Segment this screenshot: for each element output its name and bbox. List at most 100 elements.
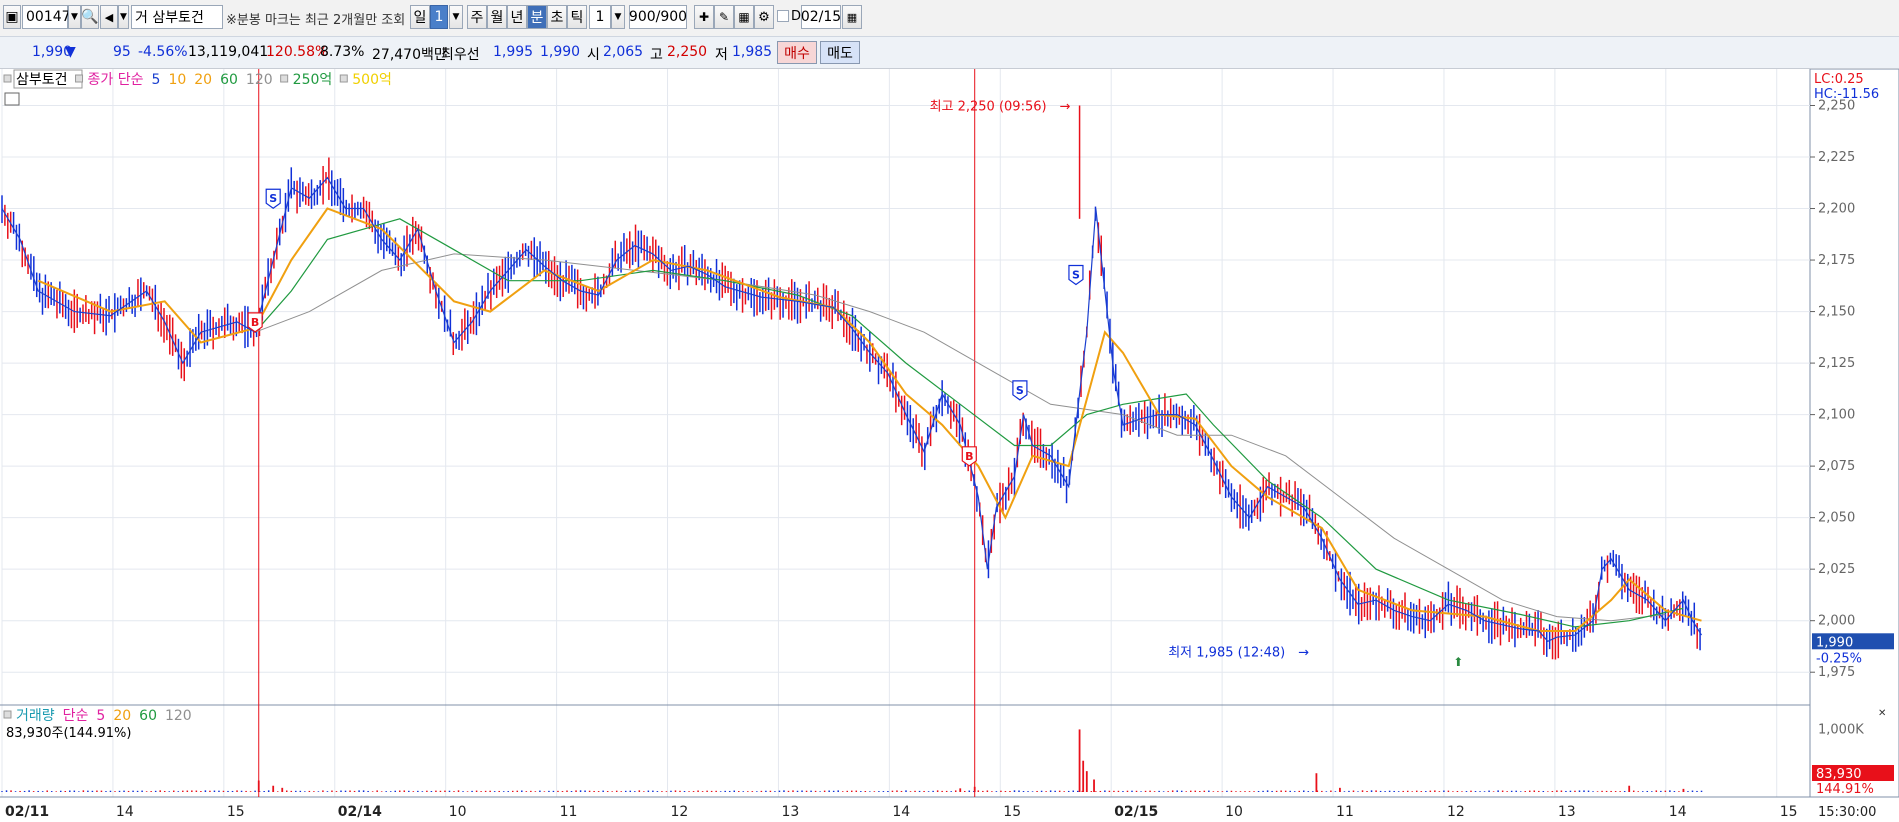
open-price: 2,065: [603, 44, 644, 60]
legend-ma-10: 10: [168, 72, 186, 88]
x-tick-label: 10: [449, 804, 467, 820]
signal-label: B: [965, 450, 973, 463]
x-tick-label: 12: [1447, 804, 1465, 820]
legend-checkbox: [75, 74, 84, 83]
date-input[interactable]: 02/15: [801, 5, 841, 29]
chart-background: [0, 69, 1899, 822]
time-label: 15:30:00: [1818, 805, 1876, 820]
chart-menu-icon[interactable]: ▣: [3, 5, 21, 29]
low-annotation: 최저 1,985 (12:48): [1168, 646, 1285, 661]
stock-name: 삼부토건: [152, 10, 204, 26]
y-tick-label: 2,000: [1818, 614, 1855, 629]
legend-volume-name: 거래량: [16, 708, 55, 724]
x-tick-label: 02/15: [1114, 804, 1158, 820]
y-tick-label: 2,100: [1818, 408, 1855, 423]
panel-close-icon: ✕: [1878, 708, 1886, 719]
buy-button[interactable]: 매수: [777, 41, 817, 64]
legend-vol-ma-5: 5: [96, 708, 105, 724]
period-year[interactable]: 년: [507, 5, 527, 29]
volume-ratio: 120.58%: [266, 44, 329, 60]
period-minute[interactable]: 분: [527, 5, 547, 29]
period-second[interactable]: 초: [547, 5, 567, 29]
speaker-dropdown-icon[interactable]: ▼: [118, 5, 129, 29]
search-icon[interactable]: 🔍: [81, 5, 99, 29]
legend-checkbox: [280, 74, 289, 83]
legend-volume-type: 단순: [63, 708, 89, 724]
x-tick-label: 13: [1558, 804, 1576, 820]
legend-volume-value: 83,930주(144.91%): [6, 726, 131, 741]
y-tick-label: 2,050: [1818, 511, 1855, 526]
high-arrow-icon: →: [1060, 99, 1071, 114]
legend-vol-ma-120: 120: [165, 708, 192, 724]
high-label: 고: [650, 47, 663, 63]
trade-amount: 27,470백만: [372, 47, 447, 63]
period-dropdown-icon[interactable]: ▼: [449, 5, 463, 29]
signal-label: S: [1072, 268, 1080, 281]
legend-price-series: 종가 단순: [88, 72, 144, 88]
legend-ma-120: 120: [246, 72, 273, 88]
lc-label: LC:0.25: [1814, 72, 1864, 87]
legend-ma-20: 20: [194, 72, 212, 88]
stock-name-prefix: 거: [135, 10, 148, 26]
y-tick-label: 2,150: [1818, 305, 1855, 320]
right-axis-panel: [1809, 69, 1899, 798]
price-change: 95: [113, 44, 131, 60]
y-tick-label: 2,200: [1818, 202, 1855, 217]
x-tick-label: 11: [1336, 804, 1354, 820]
save-icon[interactable]: ▦: [734, 5, 754, 29]
indicator-table-icon: [4, 92, 20, 106]
x-tick-label: 15: [1003, 804, 1021, 820]
x-tick-label: 10: [1225, 804, 1243, 820]
x-tick-label: 14: [1669, 804, 1687, 820]
stock-code-input[interactable]: 001470: [22, 5, 79, 29]
legend-vol-ma-20: 20: [113, 708, 131, 724]
signal-label: S: [1016, 384, 1024, 397]
period-tick[interactable]: 틱: [567, 5, 587, 29]
y-tick-label: 1,975: [1818, 665, 1855, 680]
hc-label: HC:-11.56: [1814, 87, 1879, 102]
interval-input[interactable]: 1: [589, 5, 611, 29]
checkbox-label: D: [791, 9, 802, 24]
count-input[interactable]: 900/900: [629, 5, 687, 29]
x-tick-label: 11: [560, 804, 578, 820]
period-month[interactable]: 월: [487, 5, 507, 29]
price-change-pct: -4.56%: [138, 44, 188, 60]
line-tool-icon[interactable]: ✎: [714, 5, 734, 29]
legend-vol-ma-60: 60: [139, 708, 157, 724]
x-tick-label: 02/11: [5, 804, 49, 820]
y-tick-label: 2,025: [1818, 562, 1855, 577]
volume-tick-label: 1,000K: [1818, 722, 1864, 737]
low-arrow-icon: →: [1298, 646, 1309, 661]
y-tick-label: 2,075: [1818, 459, 1855, 474]
y-tick-label: 2,225: [1818, 150, 1855, 165]
code-dropdown-icon[interactable]: ▼: [68, 5, 81, 29]
candle-tool-icon[interactable]: ✚: [694, 5, 714, 29]
interval-dropdown-icon[interactable]: ▼: [611, 5, 625, 29]
calendar-icon[interactable]: ▦: [842, 5, 862, 29]
settings-gear-icon[interactable]: ⚙: [754, 5, 774, 29]
legend-extra1: 250억: [293, 72, 333, 88]
best-ask: 1,995: [493, 44, 534, 60]
best-label: 최우선: [441, 47, 480, 63]
date-checkbox[interactable]: [777, 10, 789, 22]
open-label: 시: [587, 47, 600, 63]
legend-checkbox: [339, 74, 348, 83]
stock-name-field[interactable]: 거 삼부토건: [131, 5, 223, 29]
legend-stock-name: 삼부토건: [16, 72, 68, 88]
toolbar: ▣ 001470 ▼ 🔍 ◀ ▼ 거 삼부토건 ※분봉 마크는 최근 2개월만 …: [0, 0, 1899, 37]
period-week[interactable]: 주: [467, 5, 487, 29]
sell-button[interactable]: 매도: [820, 41, 860, 64]
speaker-icon[interactable]: ◀: [100, 5, 118, 29]
legend-extra2: 500억: [352, 72, 392, 88]
current-price-label: 1,990: [1816, 635, 1853, 650]
x-tick-label: 14: [892, 804, 910, 820]
legend-ma-5: 5: [152, 72, 161, 88]
period-value[interactable]: 1: [430, 5, 448, 29]
high-price: 2,250: [667, 44, 708, 60]
x-tick-label: 02/14: [338, 804, 382, 820]
y-tick-label: 2,175: [1818, 253, 1855, 268]
legend-checkbox: [3, 710, 12, 719]
x-tick-label: 13: [781, 804, 799, 820]
legend-checkbox: [3, 74, 12, 83]
period-day[interactable]: 일: [410, 5, 430, 29]
